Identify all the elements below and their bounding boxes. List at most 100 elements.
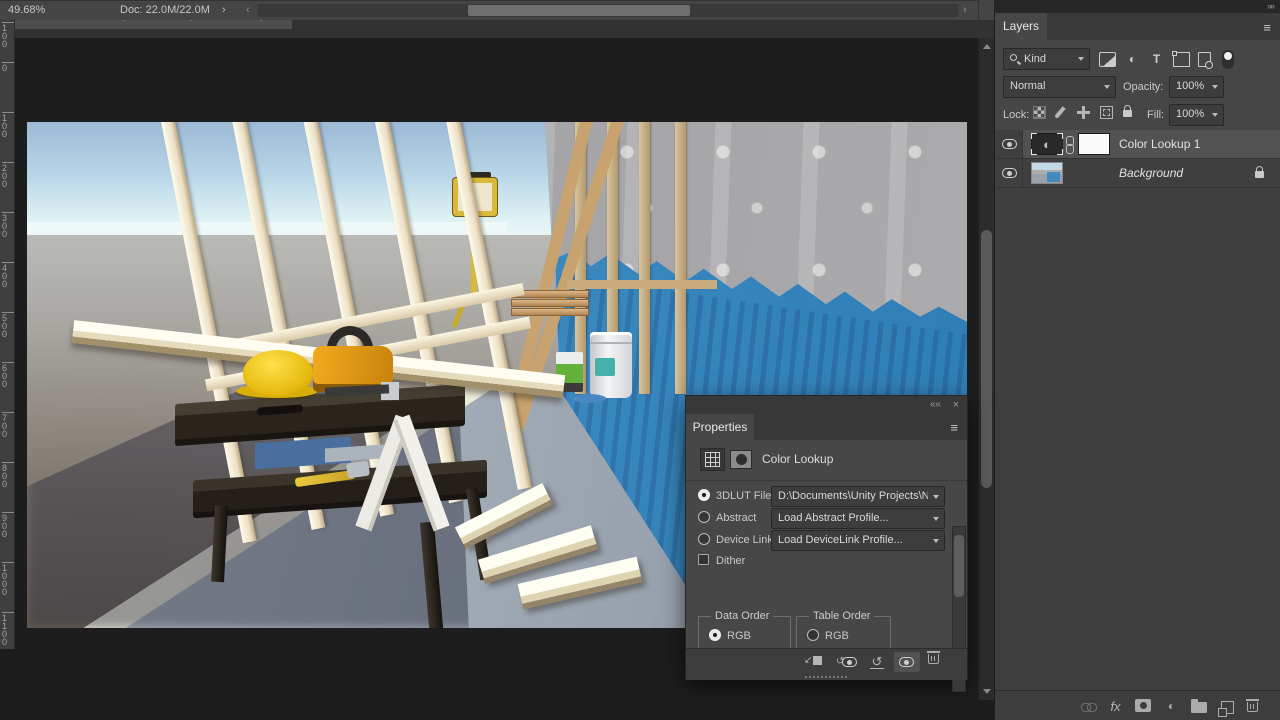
blend-mode-dropdown[interactable]: Normal bbox=[1003, 76, 1116, 98]
abstract-dropdown[interactable]: Load Abstract Profile... bbox=[771, 508, 945, 529]
delete-layer-icon[interactable] bbox=[1247, 702, 1258, 712]
half-circle-icon: ◐ bbox=[1032, 136, 1062, 154]
abstract-radio[interactable] bbox=[698, 511, 710, 523]
layer-name[interactable]: Color Lookup 1 bbox=[1119, 130, 1200, 159]
properties-scroll-thumb[interactable] bbox=[954, 535, 964, 597]
filter-adjustment-layers-icon[interactable]: ◐ bbox=[1124, 52, 1141, 67]
horizontal-scroll-thumb[interactable] bbox=[468, 5, 690, 16]
ruler-tick-label: 5 0 0 bbox=[2, 312, 15, 338]
filter-shape-layers-icon[interactable] bbox=[1173, 52, 1190, 67]
filter-type-layers-icon[interactable]: T bbox=[1148, 52, 1165, 67]
devicelink-label: Device Link bbox=[716, 534, 773, 546]
devicelink-dropdown[interactable]: Load DeviceLink Profile... bbox=[771, 530, 945, 551]
panel-resize-grip[interactable] bbox=[686, 674, 967, 680]
toggle-visibility-button[interactable] bbox=[894, 652, 920, 672]
scroll-left-icon[interactable]: ‹ bbox=[246, 1, 250, 20]
layer-style-icon[interactable]: fx bbox=[1107, 699, 1124, 714]
chevron-down-icon bbox=[1104, 85, 1110, 89]
search-icon bbox=[1010, 54, 1017, 61]
eye-icon[interactable] bbox=[1002, 168, 1017, 178]
ruler-tick-label: 8 0 0 bbox=[2, 462, 15, 488]
layers-panel: Layers ≡ Kind ◐ T Normal Opacity: 100% L… bbox=[994, 13, 1280, 720]
zoom-level-field[interactable]: 49.68% bbox=[8, 1, 45, 20]
scroll-right-icon[interactable]: › bbox=[963, 1, 967, 20]
filter-pixel-layers-icon[interactable] bbox=[1099, 52, 1116, 67]
canvas-vertical-scrollbar[interactable] bbox=[978, 38, 994, 700]
ruler-tick-label: 1 0 0 bbox=[2, 22, 15, 48]
properties-panel: «« × Properties ≡ Color Lookup 3DLUT Fil… bbox=[685, 395, 968, 679]
layer-thumbnail[interactable] bbox=[1031, 162, 1063, 184]
collapse-panels-icon[interactable]: »» bbox=[1267, 0, 1273, 13]
filter-toggle-icon[interactable] bbox=[1222, 50, 1234, 69]
adjustment-thumbnail[interactable]: ◐ bbox=[1031, 133, 1063, 155]
fill-dropdown[interactable]: 100% bbox=[1169, 104, 1224, 126]
layer-name[interactable]: Background bbox=[1119, 159, 1183, 188]
view-previous-state-icon[interactable]: ↺ bbox=[836, 654, 860, 670]
lock-transparency-icon[interactable] bbox=[1033, 106, 1046, 119]
link-layers-icon[interactable] bbox=[1081, 703, 1097, 711]
canvas-horizontal-scrollbar[interactable] bbox=[258, 4, 958, 17]
chevron-down-icon bbox=[933, 539, 939, 543]
delete-adjustment-icon[interactable] bbox=[928, 654, 939, 664]
close-panel-icon[interactable]: × bbox=[953, 396, 959, 414]
new-group-icon[interactable] bbox=[1191, 702, 1207, 713]
tab-properties[interactable]: Properties bbox=[686, 414, 754, 440]
chevron-down-icon bbox=[1078, 57, 1084, 61]
ruler-left: 01 0 001 0 02 0 03 0 04 0 05 0 06 0 07 0… bbox=[0, 0, 15, 649]
scroll-up-icon[interactable] bbox=[983, 44, 991, 49]
eye-icon[interactable] bbox=[1002, 139, 1017, 149]
mask-link-icon[interactable] bbox=[1066, 136, 1074, 153]
status-bar: 49.68% Doc: 22.0M/22.0M › ‹ › bbox=[0, 0, 994, 20]
mask-properties-button[interactable] bbox=[730, 450, 752, 469]
new-layer-icon[interactable] bbox=[1221, 701, 1234, 714]
abstract-label: Abstract bbox=[716, 512, 756, 524]
layer-row-color-lookup[interactable]: ◐ Color Lookup 1 bbox=[995, 130, 1280, 159]
vertical-scroll-thumb[interactable] bbox=[981, 230, 992, 488]
scroll-down-icon[interactable] bbox=[983, 689, 991, 694]
clip-to-layer-icon[interactable]: ↙ bbox=[804, 654, 822, 669]
ruler-tick-label: 3 0 0 bbox=[2, 212, 15, 238]
layer-mask-thumbnail[interactable] bbox=[1078, 133, 1110, 155]
lut-file-label: 3DLUT File bbox=[716, 490, 771, 502]
collapse-panel-icon[interactable]: «« bbox=[930, 396, 941, 414]
dither-checkbox[interactable] bbox=[698, 554, 709, 565]
chevron-down-icon bbox=[933, 495, 939, 499]
table-order-rgb-radio[interactable] bbox=[807, 629, 819, 641]
filter-smart-objects-icon[interactable] bbox=[1198, 52, 1211, 67]
lut-file-dropdown[interactable]: D:\Documents\Unity Projects\N... bbox=[771, 486, 945, 507]
layer-list: ◐ Color Lookup 1 Background bbox=[995, 130, 1280, 690]
photoshop-window: Frame.exr @ 49.7% (Color Lookup 1, RGB/3… bbox=[0, 0, 1280, 720]
status-flyout-icon[interactable]: › bbox=[222, 1, 226, 20]
ruler-tick-label: 0 bbox=[2, 62, 15, 72]
add-mask-icon[interactable] bbox=[1135, 699, 1151, 712]
devicelink-row: Device Link Load DeviceLink Profile... bbox=[686, 530, 967, 552]
new-adjustment-layer-icon[interactable]: ◐ bbox=[1163, 699, 1180, 714]
panel-dock-strip: »» bbox=[994, 0, 1280, 13]
ruler-tick-label: 4 0 0 bbox=[2, 262, 15, 288]
lut-grid-button[interactable] bbox=[700, 448, 725, 471]
lock-position-icon[interactable] bbox=[1077, 106, 1090, 119]
panel-menu-icon[interactable]: ≡ bbox=[950, 420, 957, 435]
table-order-rgb-label: RGB bbox=[825, 630, 849, 642]
opacity-dropdown[interactable]: 100% bbox=[1169, 76, 1224, 98]
reset-adjustment-icon[interactable]: ↺ bbox=[870, 654, 884, 669]
layer-row-background[interactable]: Background bbox=[995, 159, 1280, 188]
eye-icon bbox=[899, 657, 914, 667]
lock-pixels-icon[interactable] bbox=[1054, 106, 1065, 119]
lock-artboard-icon[interactable] bbox=[1100, 106, 1113, 119]
devicelink-radio[interactable] bbox=[698, 533, 710, 545]
filter-kind-dropdown[interactable]: Kind bbox=[1003, 48, 1090, 70]
panel-menu-icon[interactable]: ≡ bbox=[1263, 20, 1270, 35]
data-order-rgb-label: RGB bbox=[727, 630, 751, 642]
ruler-tick-label: 1 0 0 0 bbox=[2, 562, 15, 596]
opacity-label: Opacity: bbox=[1123, 81, 1163, 93]
properties-tab-row: Properties ≡ bbox=[686, 414, 967, 440]
ruler-tick-label: 7 0 0 bbox=[2, 412, 15, 438]
scene-hammer-head bbox=[346, 461, 370, 479]
divider bbox=[686, 480, 967, 481]
tab-layers[interactable]: Layers bbox=[995, 13, 1047, 40]
lock-all-icon[interactable] bbox=[1123, 110, 1132, 117]
properties-footer: ↙ ↺ ↺ bbox=[686, 648, 967, 674]
data-order-rgb-radio[interactable] bbox=[709, 629, 721, 641]
lut-file-radio[interactable] bbox=[698, 489, 710, 501]
